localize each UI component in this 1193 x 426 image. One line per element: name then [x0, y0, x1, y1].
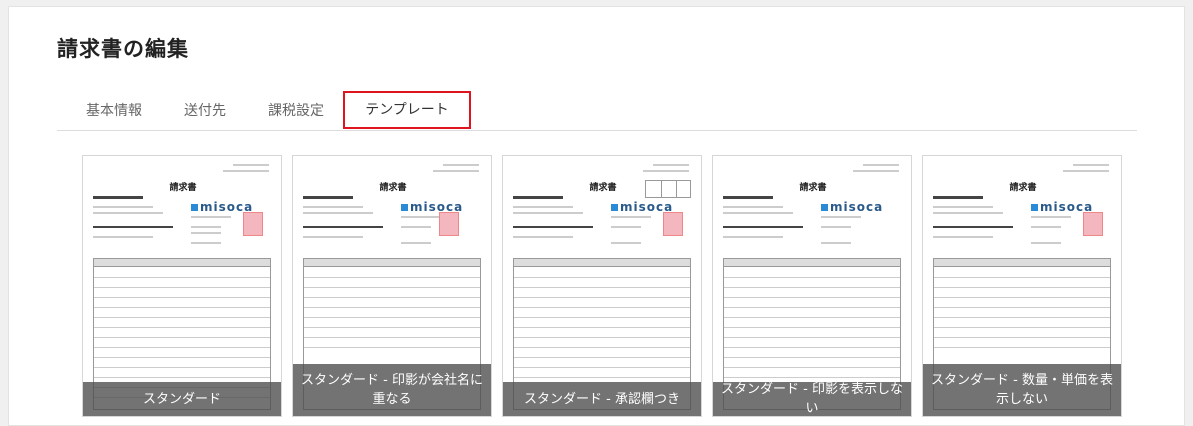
template-caption: スタンダード - 印影を表示しない — [713, 382, 911, 416]
seal-stamp-icon — [663, 212, 683, 236]
seal-stamp-icon — [243, 212, 263, 236]
tab-basic-info[interactable]: 基本情報 — [79, 91, 149, 131]
invoice-preview: 請求書 misoca — [713, 156, 911, 416]
tab-template[interactable]: テンプレート — [343, 91, 471, 129]
template-card-seal-over-company[interactable]: 請求書 misoca スタンダード - 印影が会社名に重なる — [292, 155, 492, 417]
template-card-no-qty-price[interactable]: 請求書 misoca スタンダード - 数量・単価を表示しない — [922, 155, 1122, 417]
tab-bar: 基本情報 送付先 課税設定 テンプレート — [57, 91, 1137, 131]
tab-recipient[interactable]: 送付先 — [177, 91, 233, 131]
template-caption: スタンダード — [83, 382, 281, 416]
template-caption: スタンダード - 数量・単価を表示しない — [923, 364, 1121, 416]
edit-invoice-panel: 請求書の編集 基本情報 送付先 課税設定 テンプレート 請求書 misoca ス… — [8, 6, 1185, 426]
tab-tax-settings[interactable]: 課税設定 — [261, 91, 331, 131]
invoice-preview: 請求書 misoca — [83, 156, 281, 416]
invoice-preview: 請求書 misoca — [503, 156, 701, 416]
preview-title: 請求書 — [1009, 183, 1037, 193]
template-caption: スタンダード - 印影が会社名に重なる — [293, 364, 491, 416]
page-title: 請求書の編集 — [57, 37, 189, 61]
seal-stamp-icon — [1083, 212, 1103, 236]
seal-stamp-icon — [439, 212, 459, 236]
preview-title: 請求書 — [799, 183, 827, 193]
preview-title: 請求書 — [379, 183, 407, 193]
template-card-standard[interactable]: 請求書 misoca スタンダード — [82, 155, 282, 417]
template-card-approval[interactable]: 請求書 misoca スタンダード - 承認欄つき — [502, 155, 702, 417]
template-caption: スタンダード - 承認欄つき — [503, 382, 701, 416]
preview-title: 請求書 — [169, 183, 197, 193]
approval-box — [645, 180, 691, 198]
misoca-logo: misoca — [821, 200, 883, 214]
template-card-no-seal[interactable]: 請求書 misoca スタンダード - 印影を表示しない — [712, 155, 912, 417]
